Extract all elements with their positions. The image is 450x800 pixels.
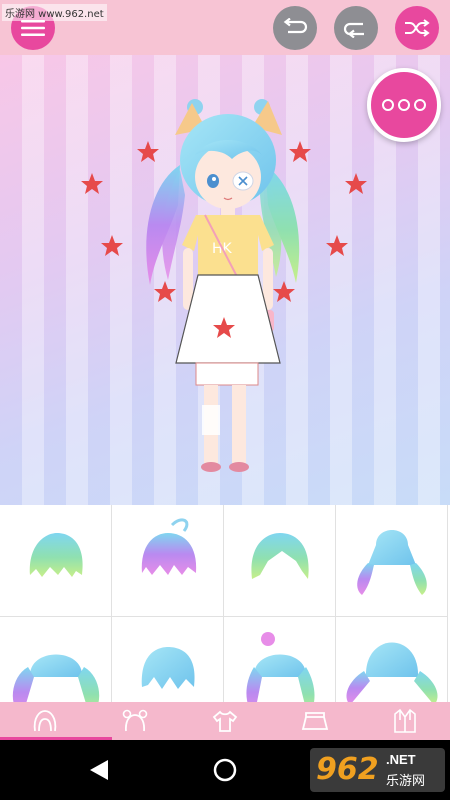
brand-logo-suffix: .NET (386, 752, 416, 767)
hair-buns-icon (122, 709, 148, 732)
hair-item-thumbnail (357, 530, 427, 595)
tab-jacket[interactable] (360, 702, 450, 740)
home-button[interactable] (212, 757, 238, 788)
redo-button[interactable] (273, 6, 317, 50)
hair-front-icon (33, 710, 57, 732)
watermark-text: 乐游网 www.962.net (2, 4, 107, 21)
hair-item-4[interactable] (336, 505, 448, 617)
jacket-icon (394, 708, 416, 733)
brand-logo-962: 962 .NET 乐游网 (310, 748, 445, 792)
hair-item-thumbnail (141, 518, 197, 575)
hair-item-2[interactable] (112, 505, 224, 617)
brand-logo-number: 962 (316, 752, 379, 787)
three-dots-icon (382, 99, 426, 111)
hair-item-1[interactable] (0, 505, 112, 617)
back-button[interactable] (88, 758, 110, 787)
skirt-icon (301, 712, 329, 730)
hamburger-icon (21, 20, 45, 36)
hair-item-grid (0, 505, 450, 729)
undo-button[interactable] (334, 6, 378, 50)
back-triangle-icon (90, 760, 108, 780)
more-options-button[interactable] (367, 68, 441, 142)
shuffle-icon (405, 19, 430, 37)
shuffle-button[interactable] (395, 6, 439, 50)
undo-icon (343, 22, 364, 38)
tab-shirt[interactable] (180, 702, 270, 740)
hair-item-3[interactable] (224, 505, 336, 617)
brand-logo-name: 乐游网 (386, 774, 426, 789)
redo-icon (283, 18, 308, 34)
hair-item-thumbnail (251, 533, 309, 579)
category-tab-bar (0, 702, 450, 740)
hair-item-thumbnail (29, 533, 83, 577)
shirt-icon (212, 710, 238, 732)
home-circle-icon (213, 758, 237, 782)
tab-hair-front[interactable] (0, 702, 90, 740)
tab-skirt[interactable] (270, 702, 360, 740)
tab-hair-buns[interactable] (90, 702, 180, 740)
